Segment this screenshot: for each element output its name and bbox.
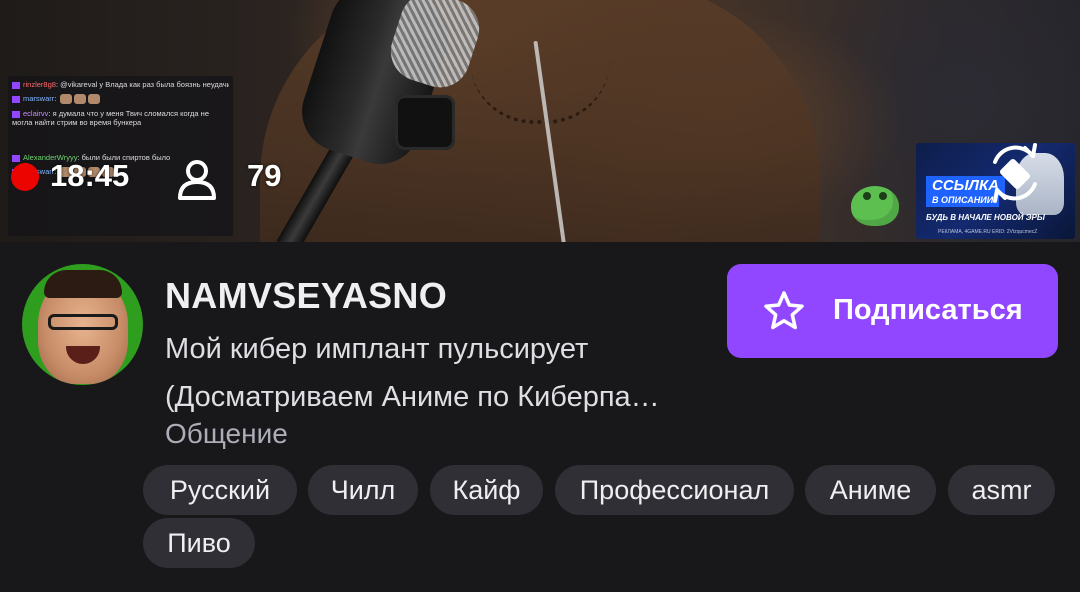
badge-icon: [12, 154, 20, 162]
live-duration: 18:45: [50, 158, 130, 193]
channel-name[interactable]: NAMVSEYASNO: [165, 275, 447, 317]
badge-icon: [12, 81, 20, 89]
record-dot-icon: [11, 163, 39, 191]
tag-pill[interactable]: Кайф: [430, 465, 543, 515]
subscribe-button[interactable]: Подписаться: [727, 264, 1058, 358]
emote-icon: [88, 94, 101, 105]
tag-pill[interactable]: Пиво: [143, 518, 255, 568]
stream-category[interactable]: Общение: [165, 418, 288, 450]
channel-avatar[interactable]: [22, 264, 143, 385]
stream-title-line1: Мой кибер имплант пульсирует: [165, 333, 589, 365]
star-icon: [764, 291, 804, 330]
stream-title: Мой кибер имплант пульсирует (Досматрива…: [165, 325, 705, 421]
stream-title-line2: (Досматриваем Аниме по Киберпа…: [165, 381, 660, 413]
microphone-mount: [395, 95, 455, 150]
chat-message: eclairvv: я думала что у меня Твич слома…: [12, 109, 209, 128]
tag-pill[interactable]: Русский: [143, 465, 297, 515]
ad-slogan: БУДЬ В НАЧАЛЕ НОВОЙ ЭРЫ: [926, 213, 1045, 222]
avatar-hair: [44, 270, 122, 298]
stream-chat-overlay: rinzler8g8: @vikareval у Влада как раз б…: [8, 76, 233, 236]
badge-icon: [12, 95, 20, 103]
video-player[interactable]: rinzler8g8: @vikareval у Влада как раз б…: [0, 0, 1080, 242]
person-icon: [178, 160, 216, 200]
frog-emote: [851, 186, 899, 226]
tag-pill[interactable]: Чилл: [308, 465, 418, 515]
avatar-glasses: [48, 314, 118, 330]
tag-pill[interactable]: Аниме: [805, 465, 936, 515]
emote-icon: [60, 94, 73, 105]
chat-message: rinzler8g8: @vikareval у Влада как раз б…: [12, 80, 229, 89]
emote-icon: [74, 94, 87, 105]
viewer-count: 79: [247, 158, 282, 193]
ad-legal-text: РЕКЛАМА, 4GAME.RU ERID: 2VtzqucmecZ: [938, 229, 1038, 235]
tag-pill[interactable]: asmr: [948, 465, 1055, 515]
rotate-screen-icon[interactable]: [985, 142, 1045, 204]
chat-message: marswarr:: [12, 94, 229, 105]
badge-icon: [12, 110, 20, 118]
subscribe-label: Подписаться: [833, 294, 1023, 326]
tag-pill[interactable]: Профессионал: [555, 465, 794, 515]
